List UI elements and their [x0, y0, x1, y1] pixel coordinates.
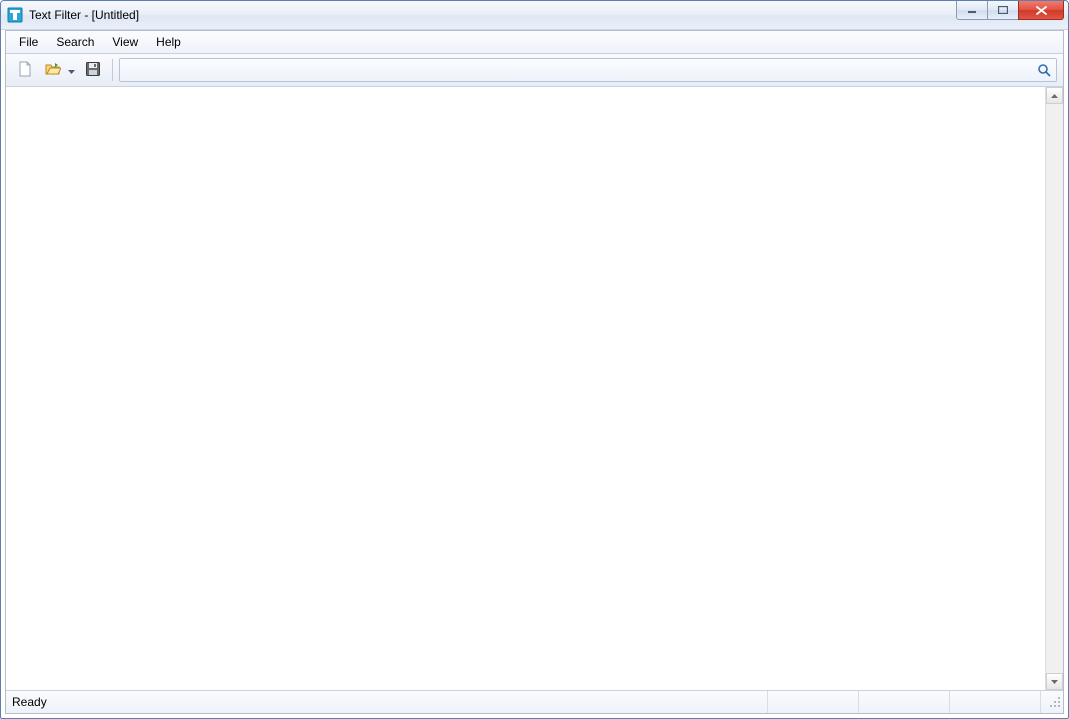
content-wrap [6, 87, 1063, 690]
menu-search[interactable]: Search [47, 31, 103, 53]
chevron-down-icon [68, 63, 75, 77]
toolbar-separator [112, 59, 113, 81]
window-controls [957, 1, 1064, 20]
status-pane-1 [768, 691, 859, 713]
vertical-scrollbar[interactable] [1045, 87, 1063, 690]
open-file-dropdown[interactable] [66, 57, 78, 83]
save-icon [85, 61, 101, 80]
close-button[interactable] [1018, 1, 1064, 20]
new-file-icon [17, 61, 33, 80]
status-pane-2 [859, 691, 950, 713]
statusbar: Ready [6, 690, 1063, 713]
menu-file[interactable]: File [10, 31, 47, 53]
scroll-up-button[interactable] [1046, 87, 1063, 104]
menu-help[interactable]: Help [147, 31, 190, 53]
status-main-text: Ready [12, 695, 47, 709]
search-icon[interactable] [1036, 62, 1052, 78]
menu-help-label: Help [156, 35, 181, 49]
open-file-button[interactable] [40, 57, 66, 83]
search-input[interactable] [126, 60, 1036, 80]
minimize-button[interactable] [956, 1, 988, 20]
client-area: File Search View Help [5, 30, 1064, 714]
chevron-up-icon [1051, 94, 1058, 98]
menubar: File Search View Help [6, 31, 1063, 54]
menu-view[interactable]: View [103, 31, 147, 53]
app-window: Text Filter - [Untitled] File Search Vie… [0, 0, 1069, 719]
titlebar[interactable]: Text Filter - [Untitled] [1, 1, 1068, 30]
open-folder-icon [45, 61, 61, 80]
menu-view-label: View [112, 35, 138, 49]
text-content-area[interactable] [6, 87, 1045, 690]
status-main: Ready [6, 691, 768, 713]
status-pane-3 [950, 691, 1041, 713]
scroll-down-button[interactable] [1046, 673, 1063, 690]
window-title: Text Filter - [Untitled] [29, 8, 139, 22]
new-file-button[interactable] [12, 57, 38, 83]
resize-grip[interactable] [1041, 691, 1063, 713]
resize-grip-icon [1049, 696, 1061, 711]
app-icon [7, 7, 23, 23]
toolbar [6, 54, 1063, 87]
menu-search-label: Search [56, 35, 94, 49]
menu-file-label: File [19, 35, 38, 49]
search-field[interactable] [119, 58, 1057, 82]
open-file-split-button[interactable] [40, 57, 78, 83]
save-button[interactable] [80, 57, 106, 83]
chevron-down-icon [1051, 680, 1058, 684]
maximize-button[interactable] [987, 1, 1019, 20]
